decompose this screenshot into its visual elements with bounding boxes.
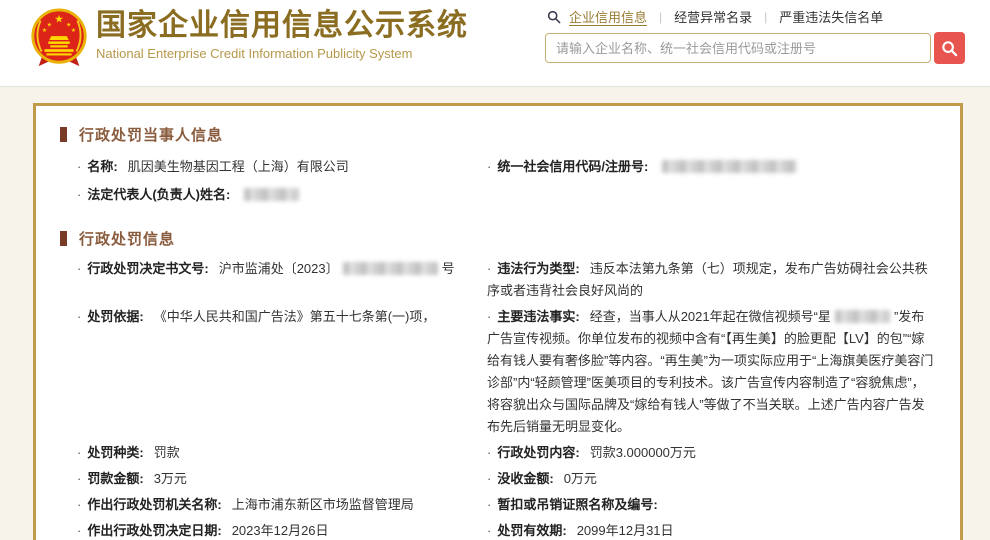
field-decision-number: ·行政处罚决定书文号:沪市监浦处〔2023〕号	[77, 258, 477, 302]
site-title-en: National Enterprise Credit Information P…	[96, 46, 468, 61]
field-penalty-basis: ·处罚依据:《中华人民共和国广告法》第五十七条第(一)项，	[77, 306, 477, 438]
svg-text:★: ★	[71, 27, 76, 34]
field-penalty-validity-date: ·处罚有效期:2099年12月31日	[487, 520, 936, 540]
search-tabs: 企业信用信息 | 经营异常名录 | 严重违法失信名单	[547, 7, 965, 26]
search-bar	[545, 33, 965, 64]
field-license-revoked: ·暂扣或吊销证照名称及编号:	[487, 494, 936, 516]
penalty-fields-grid: ·行政处罚决定书文号:沪市监浦处〔2023〕号 ·违法行为类型:违反本法第九条第…	[77, 258, 936, 540]
section-bar-icon	[60, 127, 67, 142]
section-header-penalty-info: 行政处罚信息	[60, 228, 936, 248]
search-button[interactable]	[934, 32, 965, 64]
search-button-icon	[941, 40, 958, 57]
redacted-account-name	[835, 310, 890, 323]
field-main-violation-facts: ·主要违法事实:经查，当事人从2021年起在微信视频号“星”发布广告宣传视频。你…	[487, 306, 936, 438]
site-title-cn: 国家企业信用信息公示系统	[96, 8, 468, 44]
field-confiscation-amount: ·没收金额:0万元	[487, 468, 936, 490]
field-company-name: ·名称:肌因美生物基因工程（上海）有限公司	[77, 156, 477, 178]
field-legal-representative: ·法定代表人(负责人)姓名:	[77, 184, 477, 206]
field-penalty-type: ·处罚种类:罚款	[77, 442, 477, 464]
field-fine-amount: ·罚款金额:3万元	[77, 468, 477, 490]
header-search-area: 企业信用信息 | 经营异常名录 | 严重违法失信名单	[545, 7, 965, 64]
field-credit-code: ·统一社会信用代码/注册号:	[487, 156, 936, 178]
site-title-block: 国家企业信用信息公示系统 National Enterprise Credit …	[96, 8, 468, 61]
field-violation-type: ·违法行为类型:违反本法第九条第（七）项规定，发布广告妨碍社会公共秩序或者违背社…	[487, 258, 936, 302]
redacted-credit-code	[662, 160, 797, 173]
search-input[interactable]	[545, 33, 931, 63]
redacted-decision-number	[343, 262, 438, 275]
tab-separator: |	[764, 10, 767, 24]
section-title: 行政处罚信息	[79, 228, 175, 249]
tab-serious-violation-list[interactable]: 严重违法失信名单	[779, 7, 883, 26]
empty-cell	[487, 184, 936, 206]
redacted-legal-rep-name	[244, 188, 299, 201]
field-penalty-content: ·行政处罚内容:罚款3.000000万元	[487, 442, 936, 464]
svg-text:★: ★	[42, 27, 47, 34]
field-decision-date: ·作出行政处罚决定日期:2023年12月26日	[77, 520, 477, 540]
section-title: 行政处罚当事人信息	[79, 124, 223, 145]
svg-text:★: ★	[47, 21, 52, 28]
national-emblem-logo: ★ ★ ★ ★ ★	[28, 6, 90, 72]
field-penalty-authority: ·作出行政处罚机关名称:上海市浦东新区市场监督管理局	[77, 494, 477, 516]
section-bar-icon	[60, 231, 67, 246]
penalty-detail-card: 行政处罚当事人信息 ·名称:肌因美生物基因工程（上海）有限公司 ·统一社会信用代…	[33, 103, 963, 540]
tab-separator: |	[659, 10, 662, 24]
tab-enterprise-credit-info[interactable]: 企业信用信息	[569, 7, 647, 26]
national-emblem-icon: ★ ★ ★ ★ ★	[28, 6, 90, 72]
party-fields-grid: ·名称:肌因美生物基因工程（上海）有限公司 ·统一社会信用代码/注册号: ·法定…	[77, 156, 936, 212]
site-header: ★ ★ ★ ★ ★ 国家企业信用信息公示系统 National Enterpri…	[0, 0, 990, 87]
tab-abnormal-operations-list[interactable]: 经营异常名录	[674, 7, 752, 26]
main-area: 行政处罚当事人信息 ·名称:肌因美生物基因工程（上海）有限公司 ·统一社会信用代…	[0, 87, 990, 540]
section-header-party-info: 行政处罚当事人信息	[60, 124, 936, 144]
search-icon	[547, 10, 561, 24]
svg-text:★: ★	[54, 14, 64, 26]
